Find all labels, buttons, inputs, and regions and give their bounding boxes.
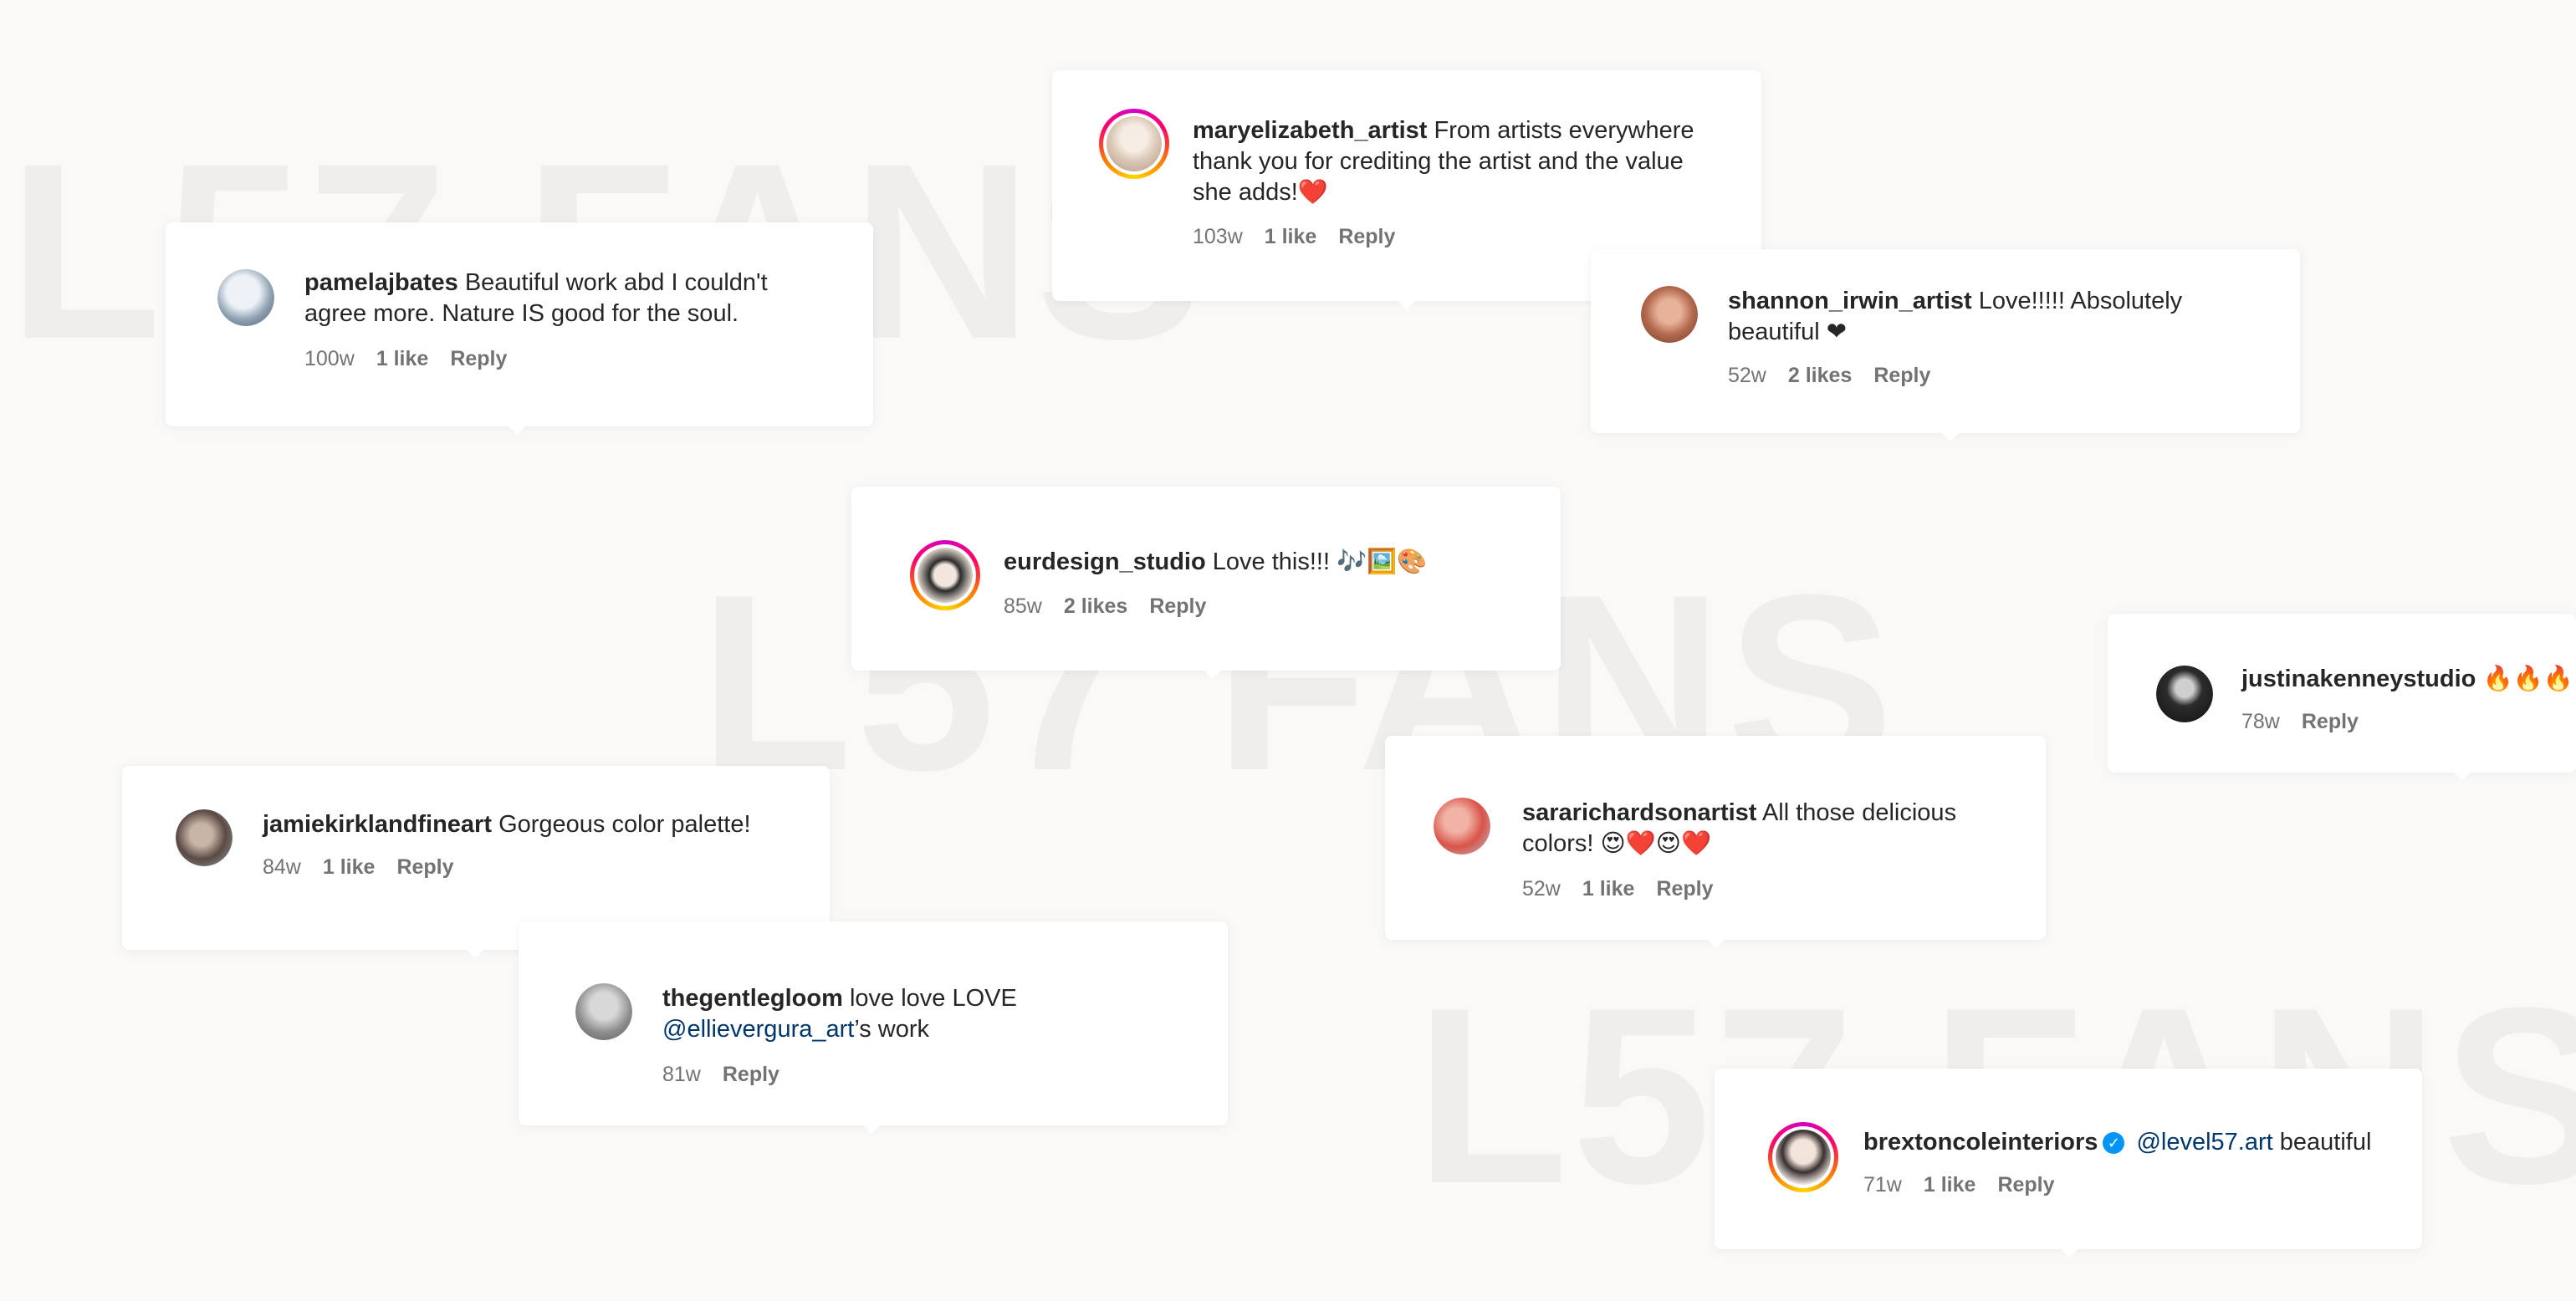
comment-body: 🔥🔥🔥 [2482, 666, 2573, 692]
comment-text: pamelajbates Beautiful work abd I couldn… [304, 268, 823, 329]
username[interactable]: maryelizabeth_artist [1193, 117, 1427, 144]
comment-meta: 71w 1 like Reply [1863, 1172, 2077, 1197]
comment-age[interactable]: 84w [263, 855, 301, 879]
comment-meta: 103w 1 like Reply [1193, 224, 1417, 249]
reply-button[interactable]: Reply [1338, 225, 1395, 248]
comment-text: jamiekirklandfineart Gorgeous color pale… [263, 809, 751, 840]
comment-age[interactable]: 103w [1193, 225, 1243, 248]
avatar[interactable] [1768, 1122, 1838, 1192]
likes-count[interactable]: 1 like [376, 347, 429, 370]
username[interactable]: justinakenneystudio [2241, 666, 2476, 692]
verified-badge-icon: ✓ [2103, 1132, 2125, 1154]
comment-card: shannon_irwin_artist Love!!!!! Absolutel… [1591, 249, 2300, 441]
likes-count[interactable]: 2 likes [1064, 594, 1127, 618]
comment-text: thegentlegloom love love LOVE @ellieverg… [662, 983, 1164, 1045]
reply-button[interactable]: Reply [2302, 710, 2359, 733]
avatar[interactable] [217, 269, 274, 326]
comment-text: justinakenneystudio 🔥🔥🔥 [2241, 664, 2573, 695]
comment-age[interactable]: 52w [1728, 364, 1766, 387]
comment-card: pamelajbates Beautiful work abd I couldn… [166, 222, 873, 435]
comment-text: eurdesign_studio Love this!!! 🎶🖼️🎨 [1004, 547, 1539, 578]
username[interactable]: jamiekirklandfineart [263, 811, 492, 838]
reply-button[interactable]: Reply [723, 1063, 779, 1086]
reply-button[interactable]: Reply [1997, 1173, 2054, 1196]
mention-link[interactable]: @level57.art [2136, 1129, 2272, 1156]
reply-button[interactable]: Reply [1149, 594, 1206, 618]
likes-count[interactable]: 1 like [1265, 225, 1317, 248]
comment-age[interactable]: 78w [2241, 710, 2280, 733]
reply-button[interactable]: Reply [1873, 364, 1930, 387]
mention-link[interactable]: @ellievergura_art [662, 1016, 854, 1043]
avatar[interactable] [1434, 798, 1490, 855]
comment-meta: 78w Reply [2241, 709, 2380, 734]
reply-button[interactable]: Reply [1656, 877, 1713, 900]
comment-card: brextoncoleinteriors ✓ @level57.art beaut… [1715, 1069, 2422, 1258]
likes-count[interactable]: 1 like [323, 855, 376, 879]
comment-meta: 81w Reply [662, 1062, 801, 1087]
comment-card: thegentlegloom love love LOVE @ellieverg… [519, 921, 1228, 1134]
likes-count[interactable]: 1 like [1582, 877, 1635, 900]
avatar[interactable] [2156, 666, 2213, 722]
avatar[interactable] [1099, 109, 1169, 179]
comment-meta: 84w 1 like Reply [263, 855, 476, 880]
comment-body-suffix: ’s work [854, 1016, 930, 1043]
reply-button[interactable]: Reply [450, 347, 507, 370]
comment-body: love love LOVE [849, 985, 1017, 1012]
avatar[interactable] [1641, 286, 1698, 343]
comment-age[interactable]: 85w [1004, 594, 1042, 618]
comment-age[interactable]: 81w [662, 1063, 701, 1086]
likes-count[interactable]: 2 likes [1788, 364, 1852, 387]
comment-age[interactable]: 71w [1863, 1173, 1902, 1196]
comment-body: Gorgeous color palette! [498, 811, 751, 838]
comment-text: maryelizabeth_artist From artists everyw… [1193, 115, 1720, 208]
comment-age[interactable]: 52w [1522, 877, 1561, 900]
username[interactable]: shannon_irwin_artist [1728, 288, 1972, 314]
reply-button[interactable]: Reply [396, 855, 453, 879]
comment-meta: 52w 1 like Reply [1522, 876, 1735, 901]
avatar[interactable] [176, 809, 233, 866]
avatar[interactable] [910, 540, 980, 610]
comment-meta: 85w 2 likes Reply [1004, 594, 1228, 619]
avatar[interactable] [575, 983, 632, 1040]
username[interactable]: brextoncoleinteriors [1863, 1129, 2098, 1156]
username[interactable]: thegentlegloom [662, 985, 843, 1012]
comment-meta: 52w 2 likes Reply [1728, 363, 1952, 388]
likes-count[interactable]: 1 like [1924, 1173, 1976, 1196]
username[interactable]: sararichardsonartist [1522, 799, 1756, 826]
comment-card: justinakenneystudio 🔥🔥🔥 78w Reply [2108, 614, 2576, 781]
comment-card: eurdesign_studio Love this!!! 🎶🖼️🎨 85w 2 … [851, 487, 1561, 679]
comment-text: sararichardsonartist All those delicious… [1522, 798, 2024, 860]
username[interactable]: eurdesign_studio [1004, 548, 1206, 575]
comment-meta: 100w 1 like Reply [304, 346, 529, 371]
comment-age[interactable]: 100w [304, 347, 355, 370]
comment-body: beautiful [2279, 1129, 2372, 1156]
comment-text: brextoncoleinteriors ✓ @level57.art beaut… [1863, 1127, 2371, 1158]
comment-text: shannon_irwin_artist Love!!!!! Absolutel… [1728, 286, 2263, 348]
comment-body: Love this!!! 🎶🖼️🎨 [1212, 548, 1428, 575]
comment-card: sararichardsonartist All those delicious… [1385, 736, 2046, 948]
username[interactable]: pamelajbates [304, 269, 458, 296]
